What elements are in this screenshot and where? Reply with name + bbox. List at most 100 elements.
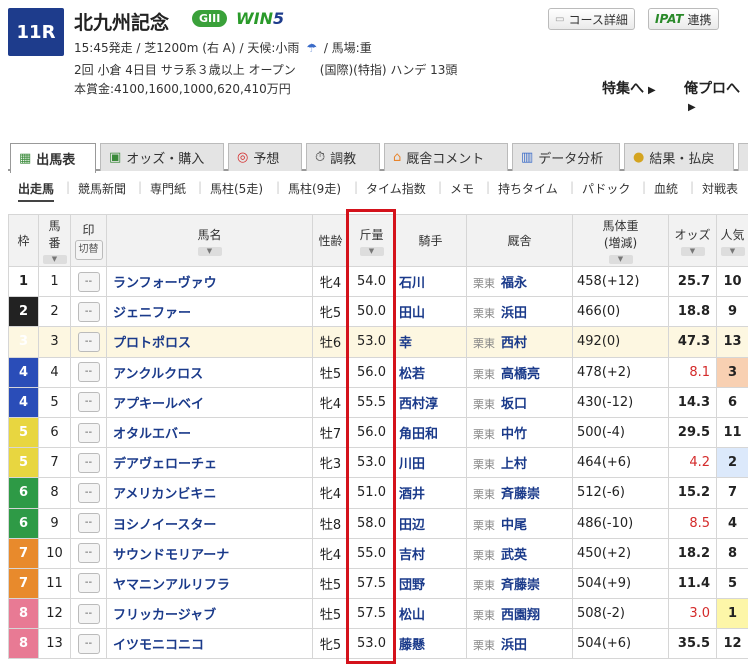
tab-training[interactable]: ⏱ 調教	[306, 143, 380, 171]
odds-cell[interactable]: 15.2	[668, 477, 717, 509]
col-kinryo[interactable]: 斤量 ▼	[348, 214, 395, 267]
subnav-umabashira5[interactable]: 馬柱(5走)	[210, 180, 263, 197]
jockey-link[interactable]: 田辺	[394, 507, 467, 539]
sort-icon[interactable]: ▼	[42, 255, 67, 264]
table-row[interactable]: 6 9 -- ヨシノイースター 牡8 58.0 田辺 栗東 中尾 486(-10) 8.5 4	[8, 507, 748, 539]
mark-select[interactable]: --	[77, 392, 100, 413]
trainer-link[interactable]: 中尾	[501, 518, 527, 533]
jockey-link[interactable]: 幸	[394, 326, 467, 358]
subnav-pedigree[interactable]: 血統	[654, 180, 678, 197]
sort-icon[interactable]: ▼	[680, 246, 705, 256]
mark-select[interactable]: --	[77, 362, 100, 383]
table-row[interactable]: 4 4 -- アンクルクロス 牡5 56.0 松若 栗東 高橋亮 478(+2) 8.1 3	[8, 356, 748, 388]
jockey-link[interactable]: 酒井	[394, 477, 467, 509]
odds-cell[interactable]: 8.5	[668, 507, 717, 539]
odds-cell[interactable]: 14.3	[668, 386, 717, 418]
horse-name-link[interactable]: フリッカージャブ	[106, 598, 313, 630]
table-row[interactable]: 7 10 -- サウンドモリアーナ 牝4 55.0 吉村 栗東 武英 450(+2) 18.2 8	[8, 537, 748, 569]
jockey-link[interactable]: 西村淳	[394, 386, 467, 418]
mark-select[interactable]: --	[77, 482, 100, 503]
sort-icon[interactable]: ▼	[720, 246, 745, 256]
horse-name-link[interactable]: デアヴェローチェ	[106, 447, 313, 479]
mark-select[interactable]: --	[77, 603, 100, 624]
col-horse-name[interactable]: 馬名 ▼	[106, 214, 313, 267]
odds-cell[interactable]: 47.3	[668, 326, 717, 358]
jockey-link[interactable]: 松若	[394, 356, 467, 388]
table-row[interactable]: 1 1 -- ランフォーヴァウ 牝4 54.0 石川 栗東 福永 458(+12) 25.7 10	[8, 265, 748, 298]
tab-data-analysis[interactable]: ▥ データ分析	[512, 143, 620, 171]
col-weight[interactable]: 馬体重 (増減) ▼	[572, 214, 669, 267]
table-row[interactable]: 5 7 -- デアヴェローチェ 牝3 53.0 川田 栗東 上村 464(+6) 4.2 2	[8, 447, 748, 479]
subnav-paddock[interactable]: パドック	[582, 180, 630, 197]
ore-pro-link[interactable]: 俺プロへ▶	[684, 78, 748, 114]
trainer-link[interactable]: 上村	[501, 457, 527, 472]
trainer-link[interactable]: 中竹	[501, 427, 527, 442]
mark-select[interactable]: --	[77, 573, 100, 594]
tab-shutsuba[interactable]: ▦ 出馬表	[10, 143, 96, 173]
odds-cell[interactable]: 18.2	[668, 537, 717, 569]
table-row[interactable]: 5 6 -- オタルエバー 牡7 56.0 角田和 栗東 中竹 500(-4) 29.5 11	[8, 416, 748, 449]
col-odds[interactable]: オッズ ▼	[668, 214, 717, 267]
trainer-link[interactable]: 坂口	[501, 397, 527, 412]
col-popularity[interactable]: 人気 ▼	[716, 214, 748, 267]
trainer-link[interactable]: 福永	[501, 276, 527, 291]
trainer-link[interactable]: 西園翔	[501, 608, 540, 623]
odds-cell[interactable]: 11.4	[668, 567, 717, 600]
course-detail-button[interactable]: ▭ コース詳細	[548, 8, 635, 30]
trainer-link[interactable]: 斉藤崇	[501, 487, 540, 502]
odds-cell[interactable]: 8.1	[668, 356, 717, 388]
odds-cell[interactable]: 4.2	[668, 447, 717, 479]
special-feature-link[interactable]: 特集へ ▶	[602, 78, 656, 98]
horse-name-link[interactable]: サウンドモリアーナ	[106, 537, 313, 569]
horse-name-link[interactable]: プロトポロス	[106, 326, 313, 358]
subnav-best-time[interactable]: 持ちタイム	[498, 180, 558, 197]
horse-name-link[interactable]: ヤマニンアルリフラ	[106, 567, 313, 600]
subnav-time-index[interactable]: タイム指数	[366, 180, 426, 197]
table-row[interactable]: 7 11 -- ヤマニンアルリフラ 牡5 57.5 団野 栗東 斉藤崇 504(+9) 11.4 5	[8, 567, 748, 600]
horse-name-link[interactable]: ヨシノイースター	[106, 507, 313, 539]
odds-cell[interactable]: 25.7	[668, 265, 717, 298]
table-row[interactable]: 3 3 -- プロトポロス 牡6 53.0 幸栗東 西村 492(0) 47.3 13	[8, 326, 748, 358]
trainer-link[interactable]: 西村	[501, 336, 527, 351]
table-row[interactable]: 8 12 -- フリッカージャブ 牡5 57.5 松山 栗東 西園翔 508(-2) 3.0 1	[8, 598, 748, 630]
trainer-link[interactable]: 武英	[501, 548, 527, 563]
sort-icon[interactable]: ▼	[608, 255, 633, 264]
trainer-link[interactable]: 斉藤崇	[501, 578, 540, 593]
mark-select[interactable]: --	[77, 331, 100, 352]
jockey-link[interactable]: 団野	[394, 567, 467, 600]
mark-select[interactable]: --	[77, 301, 100, 322]
horse-name-link[interactable]: ランフォーヴァウ	[106, 265, 313, 298]
trainer-link[interactable]: 高橋亮	[501, 367, 540, 382]
table-row[interactable]: 8 13 -- イツモニコニコ 牝5 53.0 藤懸 栗東 浜田 504(+6) 35.5 12	[8, 628, 748, 660]
tab-odds[interactable]: ▣ オッズ・購入	[100, 143, 224, 171]
win5-logo[interactable]: WIN5	[236, 9, 284, 28]
horse-name-link[interactable]: アプキールベイ	[106, 386, 313, 418]
mark-select[interactable]: --	[77, 422, 100, 443]
tab-overflow[interactable]	[738, 143, 748, 171]
subnav-matchup[interactable]: 対戦表	[702, 180, 738, 197]
subnav-umabashira9[interactable]: 馬柱(9走)	[288, 180, 341, 197]
horse-name-link[interactable]: オタルエバー	[106, 416, 313, 449]
tab-prediction[interactable]: ◎ 予想	[228, 143, 302, 171]
subnav-newspaper[interactable]: 競馬新聞	[78, 180, 126, 197]
tab-stable-comment[interactable]: ⌂ 厩舎コメント	[384, 143, 508, 171]
table-row[interactable]: 4 5 -- アプキールベイ 牝4 55.5 西村淳 栗東 坂口 430(-12) 14.3 6	[8, 386, 748, 418]
horse-name-link[interactable]: ジェニファー	[106, 296, 313, 328]
trainer-link[interactable]: 浜田	[501, 638, 527, 653]
table-row[interactable]: 6 8 -- アメリカンビキニ 牝4 51.0 酒井 栗東 斉藤崇 512(-6) 15.2 7	[8, 477, 748, 509]
subnav-memo[interactable]: メモ	[450, 180, 474, 197]
table-row[interactable]: 2 2 -- ジェニファー 牝5 50.0 田山 栗東 浜田 466(0) 18.8 9	[8, 296, 748, 328]
subnav-shussoba[interactable]: 出走馬	[18, 180, 55, 202]
jockey-link[interactable]: 吉村	[394, 537, 467, 569]
jockey-link[interactable]: 藤懸	[394, 628, 467, 660]
odds-cell[interactable]: 29.5	[668, 416, 717, 449]
mark-select[interactable]: --	[77, 543, 100, 564]
col-umaban[interactable]: 馬番 ▼	[38, 214, 71, 267]
odds-cell[interactable]: 35.5	[668, 628, 717, 660]
mark-toggle-button[interactable]: 切替	[74, 240, 103, 260]
jockey-link[interactable]: 田山	[394, 296, 467, 328]
jockey-link[interactable]: 松山	[394, 598, 467, 630]
odds-cell[interactable]: 3.0	[668, 598, 717, 630]
horse-name-link[interactable]: イツモニコニコ	[106, 628, 313, 660]
mark-select[interactable]: --	[77, 452, 100, 473]
